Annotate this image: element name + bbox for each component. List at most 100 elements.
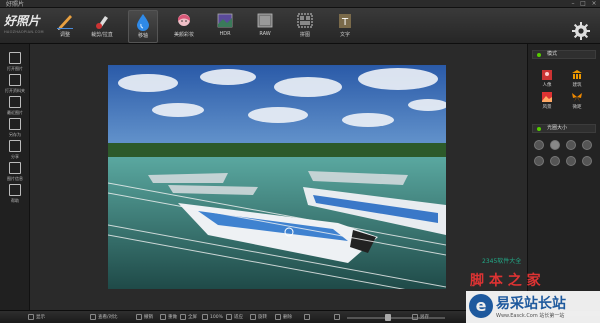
aperture-option[interactable] [582, 140, 592, 150]
left-sidebar: 打开图片 打开资料夹 最近图片 另存为 分享 图片信息 帮助 [0, 44, 30, 310]
sidebar-item-label: 打开资料夹 [5, 88, 25, 93]
aperture-section-header[interactable]: 光圈大小 [532, 124, 596, 133]
maximize-icon[interactable]: □ [578, 0, 588, 8]
watermark-small: 2345软件大全 [482, 258, 522, 265]
actual-size-button[interactable]: 100% [202, 313, 223, 322]
logo-subtext: HAOZHAOPIAN.COM [4, 30, 44, 34]
sidebar-item-open-folder[interactable]: 打开资料夹 [3, 74, 27, 98]
redo-label: 重做 [168, 315, 177, 320]
tool-adjust[interactable]: 调整 [50, 10, 80, 43]
tool-collage[interactable]: 拼图 [290, 10, 320, 43]
sidebar-item-open-image[interactable]: 打开图片 [3, 52, 27, 76]
eye-icon [28, 313, 34, 320]
compare-icon [90, 313, 96, 320]
section-title: 模式 [547, 51, 558, 57]
close-icon[interactable]: × [589, 0, 599, 8]
save-as-button[interactable]: 另存 [412, 313, 429, 322]
zoom-out-button[interactable] [304, 313, 312, 322]
tool-beauty[interactable]: 美颜彩妆 [169, 10, 199, 43]
rotate-button[interactable]: 旋转 [250, 313, 267, 322]
face-icon [178, 14, 190, 26]
fit-button[interactable]: 适应 [226, 313, 243, 322]
fullscreen-label: 全屏 [188, 315, 197, 320]
raw-icon [257, 13, 273, 28]
zoom-slider[interactable] [347, 317, 445, 319]
show-label: 显示 [36, 315, 45, 320]
sidebar-item-label: 最近图片 [7, 110, 23, 115]
tool-crop[interactable]: 裁剪/拉直 [87, 10, 117, 43]
tool-hdr[interactable]: HDR [210, 10, 240, 43]
svg-text:T: T [341, 17, 349, 28]
titlebar: 好照片 – □ × [0, 0, 600, 8]
redo-button[interactable]: 重做 [160, 313, 177, 322]
rotate-label: 旋转 [258, 315, 267, 320]
undo-button[interactable]: 撤销 [136, 313, 153, 322]
section-title: 光圈大小 [547, 125, 568, 131]
watermark-red: 脚 本 之 家 [470, 273, 541, 289]
landscape-icon [542, 92, 552, 102]
sidebar-item-label: 分享 [11, 154, 19, 159]
sidebar-item-share[interactable]: 分享 [3, 140, 27, 164]
file-icon [9, 52, 21, 64]
rotate-icon [250, 313, 256, 320]
aperture-option[interactable] [534, 140, 544, 150]
crop-brush-icon [96, 16, 108, 29]
zoom-in-icon [334, 313, 340, 320]
tool-label: 拼图 [299, 32, 310, 38]
sidebar-item-label: 帮助 [11, 198, 19, 203]
sidebar-item-recent[interactable]: 最近图片 [3, 96, 27, 120]
photo-preview[interactable] [108, 65, 446, 289]
minimize-icon[interactable]: – [568, 0, 578, 8]
sidebar-item-help[interactable]: 帮助 [3, 184, 27, 208]
mode-label: 微距 [572, 105, 582, 110]
save-icon [9, 118, 21, 130]
water-drop-icon [137, 14, 149, 31]
mode-macro-button[interactable]: 微距 [566, 91, 588, 111]
mode-section-header[interactable]: 模式 [532, 50, 596, 59]
info-icon [9, 162, 21, 174]
compare-label: 查看/对比 [98, 315, 118, 320]
tool-label: 美颜彩妆 [173, 32, 194, 38]
tool-tiltshift[interactable]: 移轴 [128, 10, 158, 43]
mode-architecture-button[interactable]: 建筑 [566, 69, 588, 89]
zoom-in-button[interactable] [334, 313, 342, 322]
aperture-option[interactable] [550, 140, 560, 150]
mode-landscape-button[interactable]: 风景 [536, 91, 558, 111]
main-toolbar: 好照片 HAOZHAOPIAN.COM 调整 裁剪/拉直 移轴 美颜彩妆 HDR… [0, 8, 600, 44]
aperture-option[interactable] [566, 140, 576, 150]
app-title: 好照片 [6, 1, 25, 8]
zoom-slider-handle[interactable] [385, 314, 391, 321]
aperture-option[interactable] [566, 156, 576, 166]
tool-label: 移轴 [137, 33, 148, 39]
zoom-icon [202, 313, 208, 320]
aperture-option[interactable] [534, 156, 544, 166]
sidebar-item-label: 打开图片 [7, 66, 23, 71]
sidebar-item-save-as[interactable]: 另存为 [3, 118, 27, 142]
pencil-icon [57, 15, 73, 30]
show-button[interactable]: 显示 [28, 313, 45, 322]
brand-text: 易采站长站 [496, 296, 566, 312]
sidebar-item-label: 另存为 [9, 132, 21, 137]
logo-text: 好照片 [4, 14, 41, 28]
hdr-icon [217, 13, 233, 28]
mode-portrait-button[interactable]: 人像 [536, 69, 558, 89]
mode-label: 建筑 [572, 83, 582, 88]
fit-icon [226, 313, 232, 320]
trash-icon [275, 313, 281, 320]
help-icon [9, 184, 21, 196]
sidebar-item-info[interactable]: 图片信息 [3, 162, 27, 186]
aperture-option[interactable] [550, 156, 560, 166]
delete-button[interactable]: 删除 [275, 313, 292, 322]
undo-label: 撤销 [144, 315, 153, 320]
portrait-icon [542, 70, 552, 80]
tool-raw[interactable]: RAW [250, 10, 280, 43]
gear-icon[interactable] [572, 22, 590, 40]
tool-text[interactable]: T 文字 [330, 10, 360, 43]
brand-subtext: Www.Easck.Com 站长第一站 [496, 313, 565, 319]
fullscreen-button[interactable]: 全屏 [180, 313, 197, 322]
building-icon [572, 70, 582, 79]
aperture-option[interactable] [582, 156, 592, 166]
compare-button[interactable]: 查看/对比 [90, 313, 118, 322]
plus-icon [9, 96, 21, 108]
text-icon: T [339, 14, 351, 28]
